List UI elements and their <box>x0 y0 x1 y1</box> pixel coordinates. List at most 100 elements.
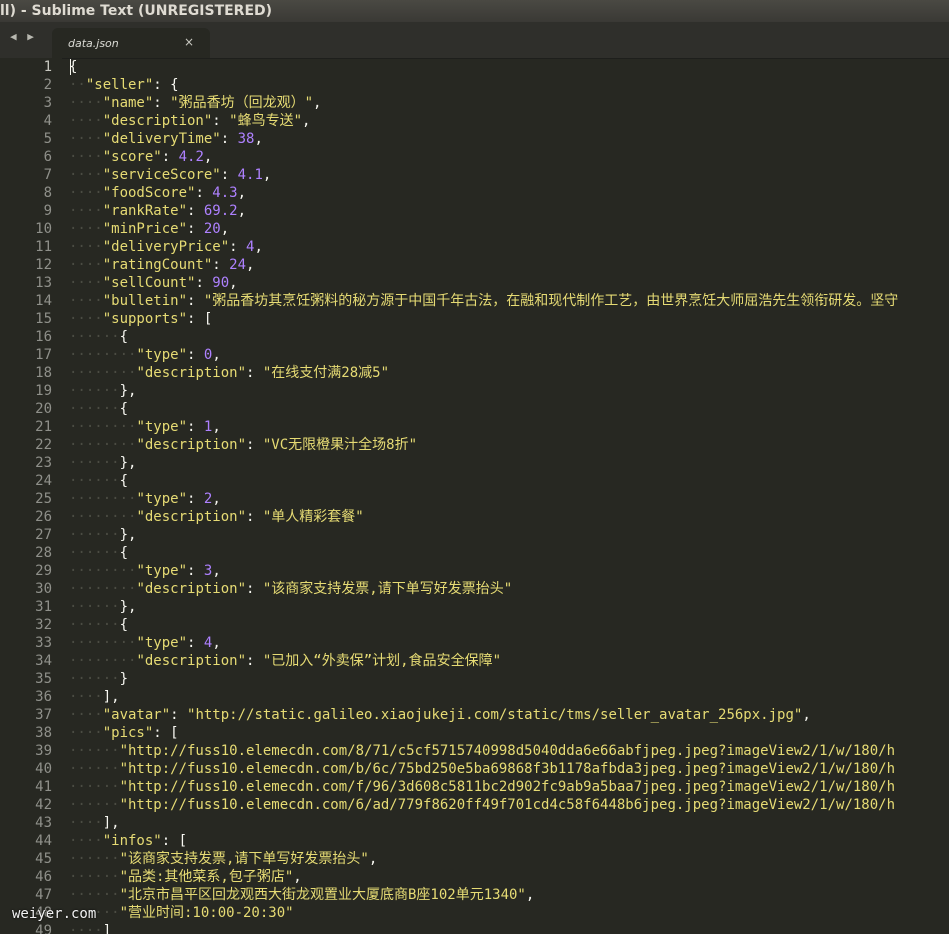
code-line[interactable]: ····"minPrice": 20, <box>69 220 949 238</box>
code-line[interactable]: ····"rankRate": 69.2, <box>69 202 949 220</box>
code-editor[interactable]: 1 2 3 4 5 6 7 8 9 10 11 12 13 14 15 16 17 18 19 20 21 22 23 24 2… <box>0 58 949 934</box>
code-token: 4.1 <box>237 167 263 183</box>
code-token: , <box>293 869 302 885</box>
code-line[interactable]: ······}, <box>69 382 949 400</box>
code-token: , <box>237 185 247 201</box>
code-token: , <box>203 149 213 165</box>
line-number: 13 <box>35 275 52 291</box>
code-line[interactable]: ········"type": 1, <box>69 418 949 436</box>
code-line[interactable]: ····"infos": [ <box>69 832 949 850</box>
code-token: , <box>802 707 811 723</box>
code-line[interactable]: ····"serviceScore": 4.1, <box>69 166 949 184</box>
code-line[interactable]: ······"品类:其他菜系,包子粥店", <box>69 868 949 886</box>
code-line[interactable]: ··"seller": { <box>69 76 949 94</box>
code-token: : <box>246 581 263 597</box>
whitespace-marker: ···· <box>69 131 103 147</box>
whitespace-marker: ···· <box>69 725 103 741</box>
code-token: : <box>246 509 263 525</box>
whitespace-marker: ······ <box>69 869 120 885</box>
code-line[interactable]: ····"foodScore": 4.3, <box>69 184 949 202</box>
line-number: 38 <box>35 725 52 741</box>
code-line[interactable]: ····"supports": [ <box>69 310 949 328</box>
code-line[interactable]: ········"type": 3, <box>69 562 949 580</box>
code-line[interactable]: ······}, <box>69 598 949 616</box>
tab-data-json[interactable]: data.json × <box>52 28 210 58</box>
code-line[interactable]: ····"bulletin": "粥品香坊其烹饪粥料的秘方源于中国千年古法，在融… <box>69 292 949 310</box>
line-number: 34 <box>35 653 52 669</box>
code-line[interactable]: ······"http://fuss10.elemecdn.com/8/71/c… <box>69 742 949 760</box>
code-token: , <box>220 221 230 237</box>
code-line[interactable]: ····"avatar": "http://static.galileo.xia… <box>69 706 949 724</box>
code-line[interactable]: ········"description": "该商家支持发票,请下单写好发票抬… <box>69 580 949 598</box>
code-line[interactable]: ····"deliveryPrice": 4, <box>69 238 949 256</box>
code-line[interactable]: ······"http://fuss10.elemecdn.com/6/ad/7… <box>69 796 949 814</box>
tab-nav-arrows-icon[interactable]: ◀ ▶ <box>10 30 36 43</box>
code-token: 4.2 <box>178 149 204 165</box>
whitespace-marker: ······ <box>69 671 120 687</box>
line-number: 47 <box>35 887 52 903</box>
code-line[interactable]: ········"description": "在线支付满28减5" <box>69 364 949 382</box>
line-number: 14 <box>35 293 52 309</box>
code-line[interactable]: ········"type": 4, <box>69 634 949 652</box>
code-line[interactable]: ······}, <box>69 454 949 472</box>
line-number: 7 <box>43 167 52 183</box>
line-number: 41 <box>35 779 52 795</box>
code-line[interactable]: ········"description": "单人精彩套餐" <box>69 508 949 526</box>
code-token: : <box>220 131 238 147</box>
line-number: 21 <box>35 419 52 435</box>
whitespace-marker: ···· <box>69 311 103 327</box>
line-number: 18 <box>35 365 52 381</box>
code-line[interactable]: ······"http://fuss10.elemecdn.com/f/96/3… <box>69 778 949 796</box>
line-number: 49 <box>35 923 52 934</box>
code-line[interactable]: { <box>69 58 949 76</box>
code-line[interactable]: ····] <box>69 922 949 934</box>
code-line[interactable]: ······"http://fuss10.elemecdn.com/b/6c/7… <box>69 760 949 778</box>
code-token: , <box>525 887 535 903</box>
code-area[interactable]: {··"seller": {····"name": "粥品香坊（回龙观）", ··… <box>69 58 949 934</box>
code-token: "营业时间:10:00-20:30" <box>119 905 294 921</box>
code-line[interactable]: ······{ <box>69 616 949 634</box>
whitespace-marker: ······ <box>69 545 120 561</box>
code-token: "description" <box>102 113 213 129</box>
line-number: 45 <box>35 851 52 867</box>
line-number: 35 <box>35 671 52 687</box>
code-line[interactable]: ······"营业时间:10:00-20:30" <box>69 904 949 922</box>
code-token: : <box>161 149 179 165</box>
code-line[interactable]: ······"该商家支持发票,请下单写好发票抬头", <box>69 850 949 868</box>
code-line[interactable]: ······{ <box>69 328 949 346</box>
code-line[interactable]: ····"ratingCount": 24, <box>69 256 949 274</box>
code-line[interactable]: ····"pics": [ <box>69 724 949 742</box>
whitespace-marker: ········ <box>69 491 137 507</box>
code-line[interactable]: ····"description": "蜂鸟专送", <box>69 112 949 130</box>
code-token: { <box>119 473 129 489</box>
code-line[interactable]: ····"score": 4.2, <box>69 148 949 166</box>
code-line[interactable]: ····], <box>69 814 949 832</box>
code-line[interactable]: ····"deliveryTime": 38, <box>69 130 949 148</box>
code-token: }, <box>119 383 137 399</box>
code-line[interactable]: ······{ <box>69 544 949 562</box>
code-line[interactable]: ······} <box>69 670 949 688</box>
code-line[interactable]: ····], <box>69 688 949 706</box>
code-line[interactable]: ········"description": "已加入“外卖保”计划,食品安全保… <box>69 652 949 670</box>
code-line[interactable]: ········"type": 2, <box>69 490 949 508</box>
whitespace-marker: ······ <box>69 761 120 777</box>
code-line[interactable]: ········"type": 0, <box>69 346 949 364</box>
code-token: "deliveryTime" <box>102 131 221 147</box>
line-number: 12 <box>35 257 52 273</box>
code-line[interactable]: ······"北京市昌平区回龙观西大街龙观置业大厦底商B座102单元1340", <box>69 886 949 904</box>
code-line[interactable]: ········"description": "VC无限橙果汁全场8折" <box>69 436 949 454</box>
code-line[interactable]: ····"name": "粥品香坊（回龙观）", <box>69 94 949 112</box>
whitespace-marker: ·· <box>69 77 86 93</box>
code-token: "description" <box>136 437 247 453</box>
code-line[interactable]: ····"sellCount": 90, <box>69 274 949 292</box>
code-line[interactable]: ······{ <box>69 472 949 490</box>
close-icon[interactable]: × <box>184 35 194 49</box>
code-token: 69.2 <box>203 203 238 219</box>
code-line[interactable]: ······}, <box>69 526 949 544</box>
code-token: "type" <box>136 419 188 435</box>
code-token: : <box>187 491 204 507</box>
code-token: "foodScore" <box>102 185 196 201</box>
code-token: }, <box>119 527 137 543</box>
code-line[interactable]: ······{ <box>69 400 949 418</box>
code-token: "sellCount" <box>102 275 196 291</box>
